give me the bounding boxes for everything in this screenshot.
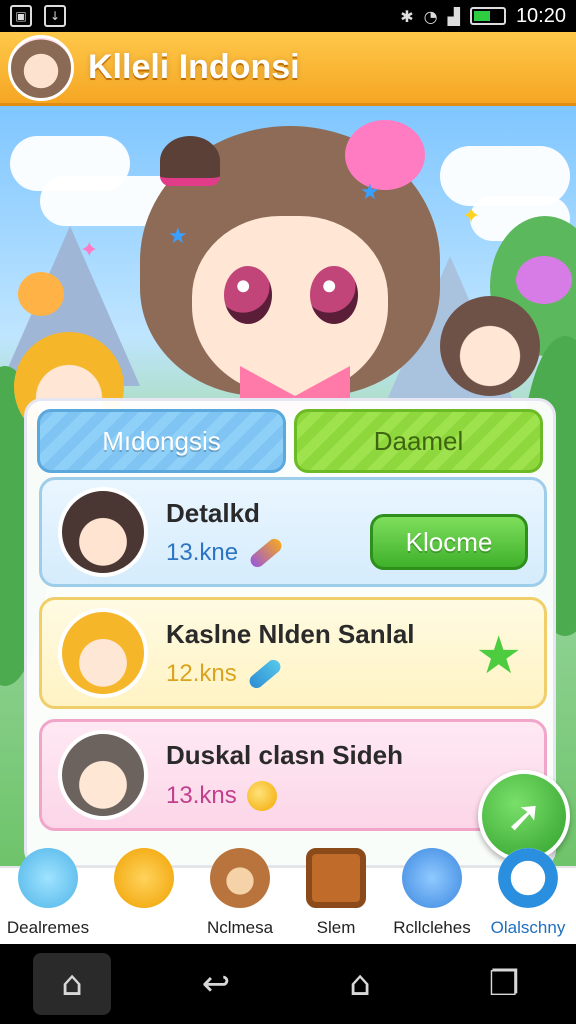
system-nav-bar: ⌂ ↩ ⌂ ❐ <box>0 944 576 1024</box>
wifi-icon: ◔ <box>423 6 438 26</box>
nav-item-pineapple[interactable] <box>96 848 192 944</box>
star-icon[interactable]: ★ <box>475 630 522 682</box>
tv-icon <box>306 848 366 908</box>
hero-character <box>140 120 440 416</box>
nav-item-olalschny[interactable]: Olalschny <box>480 848 576 944</box>
klocme-button[interactable]: Klocme <box>370 514 528 570</box>
card-subtitle: 13.kne <box>166 538 239 566</box>
cat-icon <box>18 848 78 908</box>
nav-label: Slem <box>316 918 356 937</box>
nav-item-nclmesa[interactable]: Nclmesa <box>192 848 288 944</box>
card-subtitle: 13.kns <box>166 781 237 809</box>
back-icon[interactable]: ↩ <box>177 953 255 1015</box>
potion-icon <box>246 780 277 811</box>
home-icon[interactable]: ⌂ <box>321 953 399 1015</box>
app-title: Klleli Indonsi <box>88 48 300 86</box>
sparkle-icon: ✦ <box>80 238 99 263</box>
purple-blob-icon <box>516 256 572 304</box>
content-panel: Mıdongsis Daamel Detalkd 13.kne Klocme K… <box>24 398 556 868</box>
nav-item-slem[interactable]: Slem <box>288 848 384 944</box>
battery-icon <box>469 7 506 25</box>
star-icon: ★ <box>360 180 380 205</box>
pencil-icon <box>246 656 284 691</box>
app-header: Klleli Indonsi <box>0 32 576 106</box>
bottom-nav: Dealremes Nclmesa Slem Rcllclehes Olalsc… <box>0 848 576 944</box>
nav-label: Dealremes <box>6 918 90 937</box>
star-icon: ★ <box>168 224 188 249</box>
tab-midongsis[interactable]: Mıdongsis <box>37 409 286 473</box>
card-subtitle: 12.kns <box>166 659 237 687</box>
nav-label: Rcllclehes <box>393 918 471 937</box>
arrow-cursor-icon: ➚ <box>505 790 543 842</box>
list-item[interactable]: Kaslne Nlden Sanlal 12.kns ★ <box>39 597 547 709</box>
bear-icon <box>210 848 270 908</box>
card-title: Duskal clasn Sideh <box>166 739 403 770</box>
ring-icon <box>498 848 558 908</box>
download-icon: ↓ <box>44 5 66 27</box>
header-avatar[interactable] <box>8 34 74 101</box>
nav-label: Olalschny <box>490 918 566 937</box>
image-icon: ▣ <box>10 5 32 27</box>
recents-home-icon[interactable]: ⌂ <box>33 953 111 1015</box>
pineapple-icon <box>114 848 174 908</box>
smiley-bun-icon <box>345 120 425 190</box>
brown-chibi-character <box>440 296 540 396</box>
avatar <box>58 730 148 820</box>
status-bar: ▣ ↓ ✱ ◔ ▟ 10:20 <box>0 0 576 32</box>
bluetooth-icon: ✱ <box>400 6 414 26</box>
blue-cat-icon <box>402 848 462 908</box>
nav-item-dealremes[interactable]: Dealremes <box>0 848 96 944</box>
card-title: Detalkd <box>166 497 260 528</box>
sparkle-icon: ✦ <box>462 204 481 229</box>
avatar <box>58 487 148 577</box>
nav-item-rcllclehes[interactable]: Rcllclehes <box>384 848 480 944</box>
avatar <box>58 608 148 698</box>
clock: 10:20 <box>515 4 566 27</box>
list-item[interactable]: Duskal clasn Sideh 13.kns <box>39 719 547 831</box>
pencil-icon <box>247 535 285 570</box>
list-item[interactable]: Detalkd 13.kne Klocme <box>39 477 547 587</box>
card-title: Kaslne Nlden Sanlal <box>166 618 415 649</box>
recent-apps-icon[interactable]: ❐ <box>465 953 543 1015</box>
nav-label: Nclmesa <box>206 918 274 937</box>
signal-icon: ▟ <box>447 6 460 26</box>
tab-daamel[interactable]: Daamel <box>294 409 543 473</box>
orange-blob-icon <box>18 272 64 316</box>
tab-bar: Mıdongsis Daamel <box>27 401 553 473</box>
hat-icon <box>160 136 220 186</box>
